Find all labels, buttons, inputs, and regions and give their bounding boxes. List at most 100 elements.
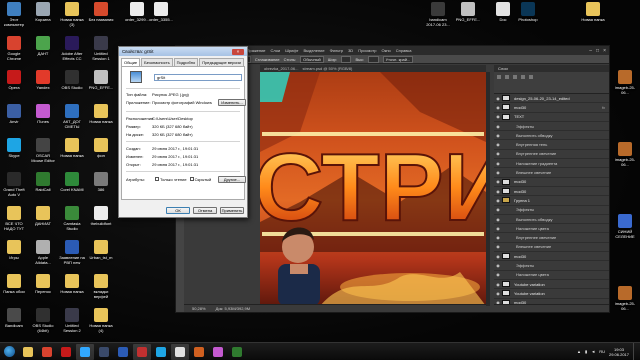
dialog-tab[interactable]: Предыдущие версии: [199, 58, 244, 66]
layer-row[interactable]: ◉ mod30 fx: [494, 103, 609, 113]
visibility-eye-icon[interactable]: ◉: [494, 105, 502, 110]
dialog-tab[interactable]: Подробно: [173, 58, 199, 66]
visibility-eye-icon[interactable]: ◉: [494, 179, 502, 184]
change-button[interactable]: Изменить...: [218, 99, 246, 106]
refine-edge-button[interactable]: Уточн. край...: [382, 55, 414, 63]
desktop-icon[interactable]: Новая папка: [580, 2, 606, 42]
layer-row[interactable]: ◉ Группа 1: [494, 196, 609, 206]
layer-effect-row[interactable]: ◉ Выполнить обводку: [494, 215, 609, 225]
document-tab[interactable]: obrezka_2017-06...: [264, 66, 298, 71]
visibility-eye-icon[interactable]: ◉: [494, 96, 502, 101]
close-button[interactable]: ×: [603, 48, 606, 54]
canvas-scrollbar[interactable]: [486, 72, 490, 306]
layer-effect-row[interactable]: ◉ Эффекты: [494, 122, 609, 132]
dialog-close-button[interactable]: ×: [232, 48, 244, 55]
desktop-icon[interactable]: СИНИЙ СЕЛЕНИЕ: [612, 214, 638, 254]
visibility-eye-icon[interactable]: ◉: [494, 244, 502, 249]
visibility-eye-icon[interactable]: ◉: [494, 124, 502, 129]
menu-item[interactable]: Справка: [396, 48, 412, 53]
taskbar-app-chrome[interactable]: [38, 344, 56, 360]
file-name-field[interactable]: grSit: [154, 74, 242, 81]
desktop-icon[interactable]: Doc: [490, 2, 516, 42]
layer-effect-row[interactable]: ◉ Внутренняя тень: [494, 140, 609, 150]
visibility-eye-icon[interactable]: ◉: [494, 217, 502, 222]
visibility-eye-icon[interactable]: ◉: [494, 226, 502, 231]
taskbar-app-explorer[interactable]: [19, 344, 37, 360]
visibility-eye-icon[interactable]: ◉: [494, 272, 502, 277]
show-desktop-button[interactable]: [633, 342, 637, 360]
layer-effect-row[interactable]: ◉ Наложение цвета: [494, 224, 609, 234]
fill-icon[interactable]: [529, 75, 533, 79]
visibility-eye-icon[interactable]: ◉: [494, 170, 502, 175]
visibility-eye-icon[interactable]: ◉: [494, 151, 502, 156]
desktop-icon[interactable]: imageb-25-06...: [612, 70, 638, 110]
volume-icon[interactable]: ◄: [591, 349, 595, 354]
taskbar-app-opera[interactable]: [57, 344, 75, 360]
hidden-checkbox[interactable]: [189, 177, 194, 181]
menu-item[interactable]: Шрифт: [285, 48, 298, 53]
layer-row[interactable]: ◉ TEXT: [494, 113, 609, 122]
visibility-eye-icon[interactable]: ◉: [494, 254, 502, 259]
menu-item[interactable]: Выделение: [303, 48, 324, 53]
layer-effect-row[interactable]: ◉ Эффекты: [494, 206, 609, 215]
layer-effect-row[interactable]: ◉ Наложение градиента: [494, 159, 609, 169]
visibility-eye-icon[interactable]: ◉: [494, 189, 502, 194]
taskbar-app-photoshop[interactable]: [76, 343, 94, 360]
menu-item[interactable]: Просмотр: [358, 48, 376, 53]
visibility-eye-icon[interactable]: ◉: [494, 142, 502, 147]
visibility-eye-icon[interactable]: ◉: [494, 161, 502, 166]
desktop-icon[interactable]: order_3355...: [148, 2, 174, 42]
visibility-eye-icon[interactable]: ◉: [494, 198, 502, 203]
document-tab[interactable]: stream.psd @ 50% (RGB/8): [302, 66, 352, 71]
desktop-icon[interactable]: imageb-25-06...: [612, 142, 638, 182]
style-select[interactable]: Обычный: [300, 55, 324, 63]
layer-row[interactable]: ◉ mod30: [494, 252, 609, 262]
taskbar-app-media[interactable]: [190, 344, 208, 360]
visibility-eye-icon[interactable]: ◉: [494, 114, 502, 119]
cancel-button[interactable]: Отмена: [193, 207, 217, 214]
layer-row[interactable]: ◉ Youtube variation: [494, 280, 609, 290]
layer-row[interactable]: ◉ mod30: [494, 187, 609, 197]
layer-row[interactable]: ◉ Youtube variation: [494, 289, 609, 299]
tray-arrow-icon[interactable]: ▲: [577, 349, 581, 354]
taskbar-app-steam[interactable]: [95, 344, 113, 360]
filter-icon[interactable]: [497, 75, 501, 79]
taskbar-app-bandicam[interactable]: [133, 343, 151, 360]
taskbar-app-raidcall[interactable]: [228, 344, 246, 360]
maximize-button[interactable]: □: [596, 48, 599, 54]
taskbar-app-word[interactable]: [114, 344, 132, 360]
visibility-eye-icon[interactable]: ◉: [494, 133, 502, 138]
desktop-icon[interactable]: imageb-25-06...: [612, 286, 638, 326]
width-input[interactable]: [341, 55, 352, 63]
layer-effect-row[interactable]: ◉ Внутреннее свечение: [494, 150, 609, 160]
layer-effect-row[interactable]: ◉ Наложение цвета: [494, 271, 609, 280]
desktop-icon[interactable]: Photoshop: [515, 2, 541, 42]
desktop-icon[interactable]: bandicam 2017-06 23...: [425, 2, 451, 42]
layers-panel-tab[interactable]: Слои: [494, 65, 609, 72]
apply-button[interactable]: Применить: [220, 207, 244, 214]
advanced-attributes-button[interactable]: Другие...: [218, 176, 246, 183]
document-canvas[interactable]: СТРИ: [260, 72, 486, 306]
visibility-eye-icon[interactable]: ◉: [494, 263, 502, 268]
clock[interactable]: 19:03 29.06.2017: [609, 347, 629, 357]
lock-icon[interactable]: [521, 75, 525, 79]
antialias-checkbox[interactable]: Сглаживание: [255, 57, 280, 62]
dialog-tab[interactable]: Общие: [121, 58, 141, 66]
visibility-eye-icon[interactable]: ◉: [494, 235, 502, 240]
layer-effect-row[interactable]: ◉ Выполнить обводку: [494, 131, 609, 141]
visibility-eye-icon[interactable]: ◉: [494, 207, 502, 212]
taskbar-app-itunes[interactable]: [209, 344, 227, 360]
layer-effect-row[interactable]: ◉ Внешнее свечение: [494, 243, 609, 253]
menu-item[interactable]: Окно: [381, 48, 390, 53]
opacity-icon[interactable]: [513, 75, 517, 79]
network-icon[interactable]: ▮: [585, 349, 587, 354]
minimize-button[interactable]: –: [589, 48, 592, 54]
layer-row[interactable]: ◉ design_25-06-20_23-14_edited: [494, 94, 609, 104]
visibility-eye-icon[interactable]: ◉: [494, 282, 502, 287]
start-button[interactable]: [0, 343, 18, 360]
menu-item[interactable]: Слои: [271, 48, 281, 53]
language-indicator[interactable]: RU: [599, 349, 605, 354]
taskbar-app-obs[interactable]: [171, 343, 189, 360]
height-input[interactable]: [368, 55, 379, 63]
ok-button[interactable]: ОК: [166, 207, 190, 214]
